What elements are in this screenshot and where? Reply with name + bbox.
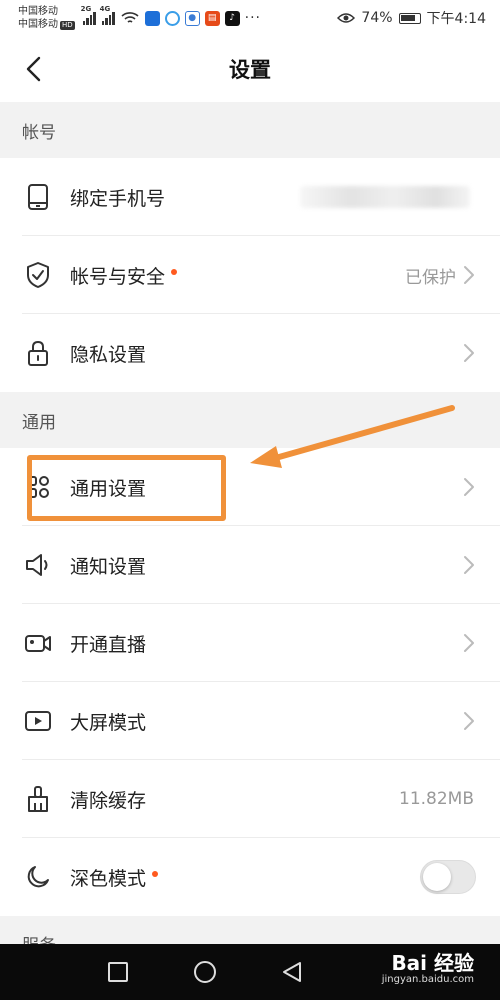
row-big-screen-mode[interactable]: 大屏模式 [0,682,500,760]
section-header-service: 服务 [0,916,500,944]
wifi-icon [121,12,139,23]
row-clear-cache[interactable]: 清除缓存 11.82MB [0,760,500,838]
section-header-account: 帐号 [0,102,500,158]
right-status: 74% 下午4:14 [337,8,486,28]
signal-gen-2: 4G [99,5,111,13]
watermark-brand: Bai 经验 [391,951,474,975]
row-label: 深色模式 [70,867,147,890]
row-notification-settings[interactable]: 通知设置 [0,526,500,604]
row-bind-phone[interactable]: 绑定手机号 [0,158,500,236]
row-label: 清除缓存 [70,789,147,812]
row-value: 11.82MB [399,789,474,809]
blurred-phone-number [300,186,470,208]
eye-icon [337,13,356,23]
watermark-url: jingyan.baidu.com [381,974,474,985]
tiktok-icon: ♪ [224,10,240,26]
status-bar: 中国移动 中国移动 HD 2G 4G ● ▤ ♪ ··· 74% 下午4:14 [0,0,500,36]
section-title: 服务 [22,931,56,944]
battery-percent: 74% [361,10,393,26]
toggle-knob [423,863,451,891]
system-nav-bar: Bai 经验 jingyan.baidu.com [0,944,500,1000]
red-dot-badge [152,871,159,877]
clock: 下午4:14 [426,11,486,27]
app-notification-icon: ▤ [204,10,220,26]
section-title: 通用 [22,412,56,433]
phone-icon [22,181,54,213]
chevron-right-icon [464,712,474,730]
broom-icon [22,783,54,815]
shield-icon [22,259,54,291]
signal-icon: 2G [81,5,96,25]
video-camera-icon [22,627,54,659]
section-header-general: 通用 [0,392,500,448]
carrier-info: 中国移动 中国移动 HD [18,5,75,31]
dark-mode-toggle[interactable] [420,860,476,894]
row-label: 通知设置 [70,555,147,578]
row-label: 开通直播 [70,633,147,656]
section-title: 帐号 [22,122,56,143]
recent-apps-button[interactable] [104,958,132,986]
row-value: 已保护 [405,267,456,288]
battery-icon [398,12,421,24]
square-icon [108,962,128,982]
row-label: 绑定手机号 [70,187,166,210]
app-notification-icon: ● [184,10,200,26]
row-label: 隐私设置 [70,343,147,366]
home-button[interactable] [191,958,219,986]
row-account-security[interactable]: 帐号与安全 已保护 [0,236,500,314]
carrier-1: 中国移动 [18,6,58,17]
chevron-right-icon [464,556,474,574]
page-title: 设置 [229,58,271,82]
speaker-icon [22,549,54,581]
moon-icon [22,861,54,893]
row-privacy[interactable]: 隐私设置 [0,314,500,392]
nav-bar: 设置 [0,36,500,102]
signal-icon-2: 4G [100,5,115,25]
app-notification-icon [144,10,160,26]
more-notifications-icon: ··· [244,10,262,26]
baidu-watermark: Bai 经验 jingyan.baidu.com [382,952,474,986]
row-label: 帐号与安全 [70,265,166,288]
app-notification-icon [164,10,180,26]
chevron-right-icon [464,478,474,496]
chevron-right-icon [464,266,474,284]
lock-icon [22,337,54,369]
play-icon [22,705,54,737]
back-button[interactable] [18,54,48,84]
annotation-highlight-box [27,455,226,521]
hd-badge: HD [60,21,75,30]
chevron-right-icon [464,344,474,362]
chevron-right-icon [464,634,474,652]
red-dot-badge [171,269,178,275]
triangle-back-icon [283,962,301,982]
carrier-2: 中国移动 HD [18,19,75,30]
row-dark-mode: 深色模式 [0,838,500,916]
chevron-left-icon [26,56,41,82]
back-nav-button[interactable] [278,958,306,986]
circle-icon [194,961,216,983]
signal-gen-1: 2G [80,5,92,13]
row-open-live[interactable]: 开通直播 [0,604,500,682]
row-label: 大屏模式 [70,711,147,734]
